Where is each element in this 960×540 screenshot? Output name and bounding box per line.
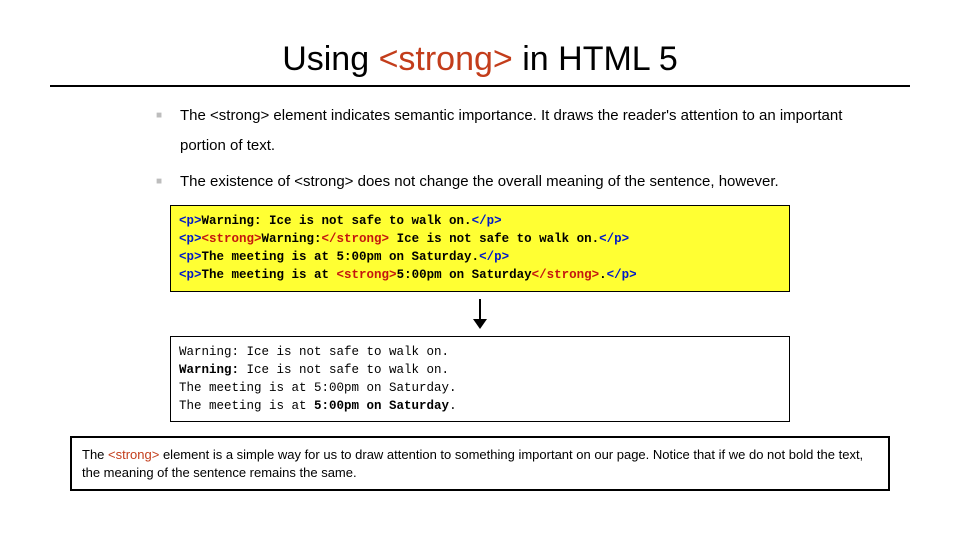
html-tag: <p> xyxy=(179,250,202,264)
code-text: . xyxy=(599,268,607,282)
code-text: Warning: xyxy=(262,232,322,246)
output-bold: Warning: xyxy=(179,363,239,377)
footnote-pre: The xyxy=(82,447,108,462)
footnote-post: element is a simple way for us to draw a… xyxy=(82,447,863,480)
html-tag: </p> xyxy=(472,214,502,228)
html-tag: <p> xyxy=(179,268,202,282)
html-strong-tag: </strong> xyxy=(322,232,390,246)
html-strong-tag: <strong> xyxy=(337,268,397,282)
html-strong-tag: </strong> xyxy=(532,268,600,282)
html-tag: </p> xyxy=(599,232,629,246)
output-box: Warning: Ice is not safe to walk on. War… xyxy=(170,336,790,423)
code-text: Ice is not safe to walk on. xyxy=(389,232,599,246)
bullet-list: The <strong> element indicates semantic … xyxy=(50,101,910,197)
bullet-item: The existence of <strong> does not chang… xyxy=(180,167,890,197)
html-tag: </p> xyxy=(607,268,637,282)
output-line: . xyxy=(449,399,457,413)
html-tag: <p> xyxy=(179,232,202,246)
page-title: Using <strong> in HTML 5 xyxy=(50,40,910,79)
slide: Using <strong> in HTML 5 The <strong> el… xyxy=(0,0,960,540)
arrow-down-icon xyxy=(50,299,910,334)
output-line: Warning: Ice is not safe to walk on. xyxy=(179,345,449,359)
code-example-box: <p>Warning: Ice is not safe to walk on.<… xyxy=(170,205,790,292)
html-strong-tag: <strong> xyxy=(202,232,262,246)
output-bold: 5:00pm on Saturday xyxy=(314,399,449,413)
title-tag: <strong> xyxy=(379,40,513,78)
code-text: The meeting is at xyxy=(202,268,337,282)
output-line: The meeting is at 5:00pm on Saturday. xyxy=(179,381,457,395)
footnote-box: The <strong> element is a simple way for… xyxy=(70,436,890,491)
title-text-post: in HTML 5 xyxy=(513,40,678,78)
title-underline xyxy=(50,85,910,87)
footnote-tag: <strong> xyxy=(108,447,159,462)
html-tag: </p> xyxy=(479,250,509,264)
title-text-pre: Using xyxy=(282,40,378,78)
output-line: The meeting is at xyxy=(179,399,314,413)
code-text: 5:00pm on Saturday xyxy=(397,268,532,282)
output-line: Ice is not safe to walk on. xyxy=(239,363,449,377)
code-text: The meeting is at 5:00pm on Saturday. xyxy=(202,250,480,264)
code-text: Warning: Ice is not safe to walk on. xyxy=(202,214,472,228)
bullet-item: The <strong> element indicates semantic … xyxy=(180,101,890,161)
html-tag: <p> xyxy=(179,214,202,228)
